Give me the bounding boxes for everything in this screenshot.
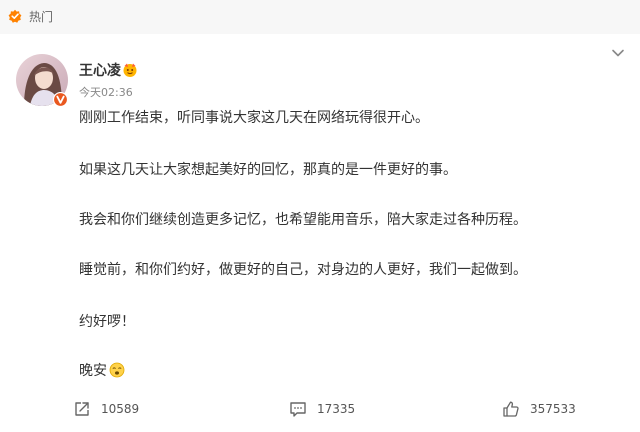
post-paragraph-6: 晚安 <box>79 362 125 380</box>
repost-icon <box>75 402 89 416</box>
top-bar: 热门 <box>0 0 640 34</box>
post-paragraph-5: 约好啰！ <box>79 314 135 330</box>
post-paragraph-1: 刚刚工作结束，听同事说大家这几天在网络玩得很开心。 <box>79 110 429 126</box>
repost-count: 10589 <box>101 402 140 416</box>
like-button[interactable]: 357533 <box>502 400 582 418</box>
post-paragraph-3: 我会和你们继续创造更多记忆，也希望能用音乐，陪大家走过各种历程。 <box>79 212 527 228</box>
post-paragraph-4: 睡觉前，和你们约好，做更好的自己，对身边的人更好，我们一起做到。 <box>79 262 527 278</box>
like-count: 357533 <box>530 402 576 416</box>
post-timestamp[interactable]: 今天02:36 <box>79 86 133 100</box>
hot-tab-label[interactable]: 热门 <box>29 9 53 25</box>
verified-badge-icon <box>53 92 68 107</box>
comment-icon <box>290 402 306 417</box>
post-paragraph-6-text: 晚安 <box>79 363 107 379</box>
comment-button[interactable]: 17335 <box>289 400 369 418</box>
member-emblem-icon[interactable] <box>122 62 138 78</box>
sleepy-emoji-icon <box>109 362 125 378</box>
avatar[interactable] <box>16 54 68 107</box>
hot-badge-icon <box>8 9 22 23</box>
comment-count: 17335 <box>317 402 356 416</box>
repost-button[interactable]: 10589 <box>73 400 153 418</box>
chevron-down-icon[interactable] <box>611 48 625 58</box>
author-name[interactable]: 王心凌 <box>79 62 121 80</box>
thumbs-up-icon <box>503 401 519 417</box>
post-paragraph-2: 如果这几天让大家想起美好的回忆，那真的是一件更好的事。 <box>79 162 457 178</box>
